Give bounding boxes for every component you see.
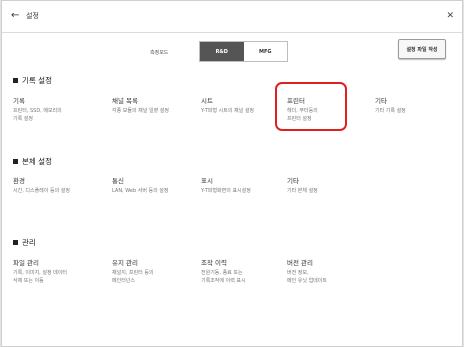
section-title-text: 본체 설정 [22,157,52,166]
section-title-record: 기록 설정 [13,75,52,86]
settings-item-record[interactable]: 기록 프린터, SSD, 메모리의 기록 설정 [13,97,62,123]
item-label: 표시 [201,177,213,185]
item-label: 프린터 [287,97,305,105]
settings-item-printer[interactable]: 프린터 헤더, 푸터등의 프린터 설정 [287,97,318,123]
item-desc: 헤더, 푸터등의 [287,108,318,114]
item-desc: 기타 본체 설정 [287,188,318,194]
item-desc: 기록조작에 이력 표시 [201,278,246,284]
item-desc: 기록 설정 [13,116,33,122]
item-label: 기타 [375,97,387,105]
item-desc: 각종 모듈의 채널 일괄 설정 [112,108,169,114]
settings-item-communication[interactable]: 통신 LAN, Web 서버 등의 설정 [112,177,169,195]
item-desc: 전원기동, 종료 또는 [201,270,243,276]
settings-item-operation-history[interactable]: 조작 이력 전원기동, 종료 또는 기록조작에 이력 표시 [201,259,246,285]
item-desc: LAN, Web 서버 등의 설정 [112,188,169,194]
section-square-icon [13,240,18,245]
title-bar: ← 설정 ✕ [2,1,462,33]
settings-item-record-other[interactable]: 기타 기타 기록 설정 [375,97,406,115]
mode-mfg-button[interactable]: MFG [243,42,287,61]
item-label: 기록 [13,97,25,105]
item-desc: 프린터 설정 [287,116,312,122]
item-label: 통신 [112,177,124,185]
section-square-icon [13,159,18,164]
item-desc: 기타 기록 설정 [375,108,406,114]
item-label: 파일 관리 [13,259,39,267]
settings-item-sheet[interactable]: 시트 Y-T파형 시트의 채널 설정 [201,97,254,115]
section-title-main-unit: 본체 설정 [13,156,52,167]
section-square-icon [13,78,18,83]
item-desc: 메인 유닛 업데이트 [287,278,327,284]
item-label: 조작 이력 [201,259,227,267]
item-label: 환경 [13,177,25,185]
item-label: 기타 [287,177,299,185]
item-desc: 삭제 또는 이동 [13,278,44,284]
item-label: 채널 목록 [112,97,138,105]
item-desc: 시간, 디스플레이 등의 설정 [13,188,70,194]
item-desc: Y-T파형 시트의 채널 설정 [201,108,255,114]
item-desc: Y-T파형화면의 표시설정 [201,188,251,194]
item-label: 버전 관리 [287,259,313,267]
create-settings-file-button[interactable]: 설정 파일 작성 [398,39,446,59]
item-desc: 메인터넌스 [112,278,136,284]
page-title: 설정 [26,12,39,20]
item-label: 시트 [201,97,213,105]
item-desc: 채널지, 프린터 등의 [112,270,154,276]
back-arrow-icon[interactable]: ← [11,10,19,22]
section-title-text: 관리 [22,238,36,247]
settings-item-unit-other[interactable]: 기타 기타 본체 설정 [287,177,318,195]
settings-window: ← 설정 ✕ 측정모드 R&D MFG 설정 파일 작성 기록 설정 기록 프린… [1,0,463,347]
settings-item-maintenance[interactable]: 유지 관리 채널지, 프린터 등의 메인터넌스 [112,259,154,285]
item-desc: 버전 정보, [287,270,309,276]
mode-rnd-button[interactable]: R&D [200,42,244,61]
measurement-mode-label: 측정모드 [150,50,169,56]
item-desc: 기록, 이미지, 설정 데이터 [13,270,67,276]
section-title-management: 관리 [13,237,36,248]
settings-item-file-management[interactable]: 파일 관리 기록, 이미지, 설정 데이터 삭제 또는 이동 [13,259,67,285]
close-icon[interactable]: ✕ [446,10,454,22]
settings-item-display[interactable]: 표시 Y-T파형화면의 표시설정 [201,177,251,195]
item-label: 유지 관리 [112,259,138,267]
settings-item-channel-list[interactable]: 채널 목록 각종 모듈의 채널 일괄 설정 [112,97,169,115]
settings-item-version-management[interactable]: 버전 관리 버전 정보, 메인 유닛 업데이트 [287,259,327,285]
item-desc: 프린터, SSD, 메모리의 [13,108,62,114]
measurement-mode-toggle: R&D MFG [199,41,288,62]
settings-item-environment[interactable]: 환경 시간, 디스플레이 등의 설정 [13,177,70,195]
section-title-text: 기록 설정 [22,76,52,85]
